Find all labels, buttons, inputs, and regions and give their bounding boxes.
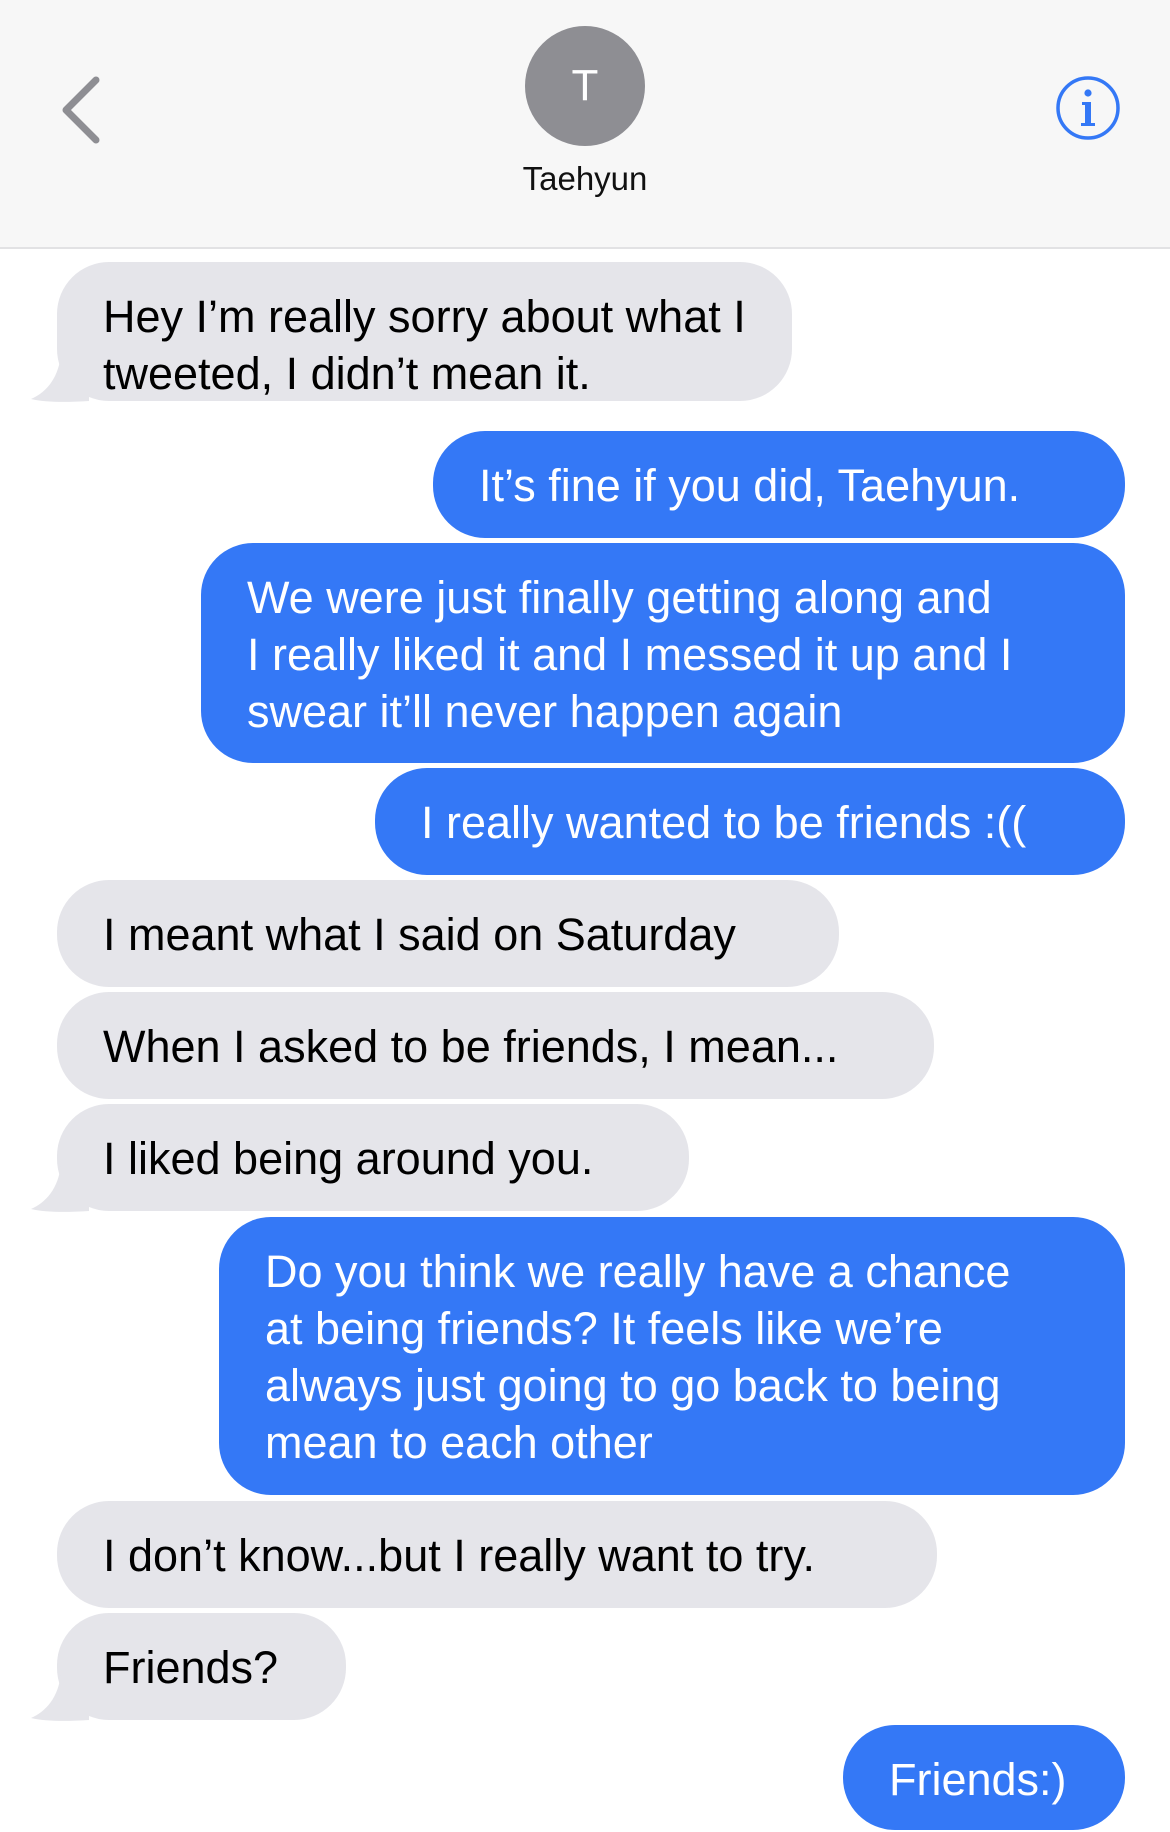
message-bubble-incoming[interactable]: I meant what I said on Saturday [57, 880, 839, 987]
avatar[interactable]: T [525, 26, 645, 146]
message-bubble-outgoing[interactable]: Friends:) [843, 1725, 1125, 1830]
message-bubble-outgoing[interactable]: Do you think we really have a chance at … [219, 1217, 1125, 1495]
bubble-tail [31, 1672, 89, 1721]
message-bubble-incoming[interactable]: I don’t know...but I really want to try. [57, 1501, 937, 1608]
message-thread[interactable]: Hey I’m really sorry about what I tweete… [0, 249, 1170, 1832]
message-bubble-incoming[interactable]: When I asked to be friends, I mean... [57, 992, 934, 1099]
conversation-header: T Taehyun [0, 0, 1170, 249]
info-circle-icon[interactable] [1055, 75, 1121, 141]
bubble-tail [31, 353, 89, 402]
bubble-tail [31, 1163, 89, 1212]
message-bubble-outgoing[interactable]: It’s fine if you did, Taehyun. [433, 431, 1125, 538]
message-bubble-incoming[interactable]: Hey I’m really sorry about what I tweete… [57, 262, 792, 401]
message-bubble-incoming[interactable]: Friends? [57, 1613, 346, 1720]
message-bubble-incoming[interactable]: I liked being around you. [57, 1104, 689, 1211]
contact-name[interactable]: Taehyun [0, 160, 1170, 198]
message-bubble-outgoing[interactable]: I really wanted to be friends :(( [375, 768, 1125, 875]
chevron-left-icon[interactable] [54, 70, 114, 150]
message-bubble-outgoing[interactable]: We were just finally getting along and I… [201, 543, 1125, 763]
